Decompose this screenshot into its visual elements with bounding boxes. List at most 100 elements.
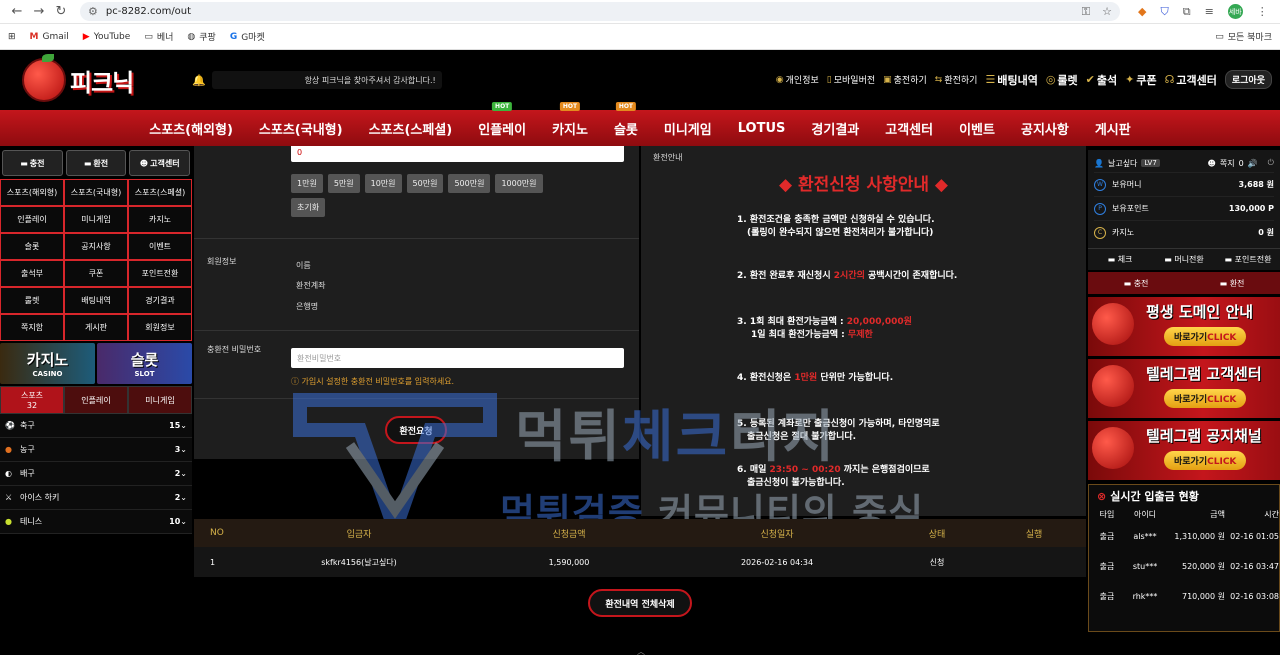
link-withdraw[interactable]: ⇆ 환전하기	[935, 73, 978, 87]
grid-item[interactable]: 포인트전환	[128, 260, 192, 287]
power-icon[interactable]: ⏻	[1268, 158, 1274, 168]
side-deposit-button[interactable]: ▬ 충전	[1088, 278, 1184, 289]
slot-banner[interactable]: 슬롯 SLOT	[97, 343, 192, 384]
bookmark-coupang[interactable]: ◍ 쿠팡	[187, 30, 215, 44]
nav-events[interactable]: 이벤트	[946, 119, 1008, 138]
link-attendance[interactable]: ✔ 출석	[1086, 72, 1117, 88]
grid-item[interactable]: 인플레이	[0, 206, 64, 233]
metamask-icon[interactable]: ◆	[1138, 5, 1146, 18]
sport-item-volleyball[interactable]: ◐ 배구 2 ⌄	[0, 462, 192, 486]
link-mobile[interactable]: ▯ 모바일버전	[827, 73, 875, 87]
menu-icon[interactable]: ⋮	[1257, 5, 1268, 18]
grid-item[interactable]: 룰렛	[0, 287, 64, 314]
delete-all-button[interactable]: 환전내역 전체삭제	[588, 589, 692, 617]
nav-sports-intl[interactable]: 스포츠(해외형)	[136, 119, 246, 138]
site-logo[interactable]: 피크닉	[22, 54, 172, 106]
extensions-icon[interactable]: ⧉	[1183, 5, 1191, 19]
nav-minigame[interactable]: 미니게임	[651, 119, 725, 138]
password-input[interactable]: 환전비밀번호	[291, 348, 624, 368]
grid-item[interactable]: 쪽지함	[0, 314, 64, 341]
withdraw-button[interactable]: ▬ 환전	[65, 150, 127, 176]
nav-notice[interactable]: 공지사항	[1008, 119, 1082, 138]
bookmark-banner[interactable]: ▭ 베너	[144, 30, 173, 44]
reset-button[interactable]: 초기화	[291, 198, 326, 217]
grid-item[interactable]: 카지노	[128, 206, 192, 233]
apps-icon[interactable]: ⊞	[8, 32, 16, 42]
messages-link[interactable]: ☻ 쪽지 0 🔊	[1208, 158, 1258, 169]
withdraw-request-button[interactable]: 환전요청	[385, 416, 447, 444]
gmail-icon: M	[29, 31, 39, 42]
side-withdraw-button[interactable]: ▬ 환전	[1184, 278, 1280, 289]
all-bookmarks[interactable]: ▭ 모든 북마크	[1215, 30, 1272, 44]
grid-item[interactable]: 이벤트	[128, 233, 192, 260]
site-info-icon[interactable]: ⚙	[88, 5, 98, 18]
promo-telegram-support[interactable]: 텔레그램 고객센터 바로가기CLICK	[1088, 359, 1280, 418]
sport-item-tennis[interactable]: ● 테니스 10 ⌄	[0, 510, 192, 534]
sport-item-basketball[interactable]: ● 농구 3 ⌄	[0, 438, 192, 462]
address-bar[interactable]: ⚙ pc-8282.com/out ⚿ ☆	[80, 2, 1120, 21]
amount-button[interactable]: 10만원	[364, 174, 402, 193]
link-support[interactable]: ☊ 고객센터	[1165, 72, 1217, 88]
grid-item[interactable]: 슬롯	[0, 233, 64, 260]
nav-casino[interactable]: HOT 카지노	[539, 101, 601, 138]
money-convert-button[interactable]: ▬ 머니전환	[1152, 254, 1216, 265]
profile-avatar[interactable]: 세바	[1227, 4, 1243, 19]
shield-icon[interactable]: ⛉	[1160, 5, 1168, 19]
amount-button[interactable]: 500만원	[448, 174, 491, 193]
link-roulette[interactable]: ◎ 룰렛	[1046, 72, 1078, 88]
star-icon[interactable]: ☆	[1102, 5, 1112, 19]
nav-slot[interactable]: HOT 슬롯	[601, 101, 651, 138]
browser-toolbar: ← → ↻ ⚙ pc-8282.com/out ⚿ ☆ ◆ ⛉ ⧉ ≡ 세바 ⋮	[0, 0, 1280, 24]
promo-telegram-notice[interactable]: 텔레그램 공지채널 바로가기CLICK	[1088, 421, 1280, 480]
logout-button[interactable]: 로그아웃	[1224, 70, 1272, 89]
grid-item[interactable]: 스포츠(스페셜)	[128, 179, 192, 206]
grid-item[interactable]: 쿠폰	[64, 260, 128, 287]
grid-item[interactable]: 경기결과	[128, 287, 192, 314]
link-deposit[interactable]: ▣ 충전하기	[883, 73, 927, 87]
promo-domain[interactable]: 평생 도메인 안내 바로가기CLICK	[1088, 297, 1280, 356]
reading-list-icon[interactable]: ≡	[1205, 5, 1214, 18]
bookmark-gmarket[interactable]: G G마켓	[230, 30, 265, 44]
reload-icon[interactable]: ↻	[50, 4, 72, 19]
grid-item[interactable]: 배팅내역	[64, 287, 128, 314]
grid-item[interactable]: 미니게임	[64, 206, 128, 233]
support-button[interactable]: ☻ 고객센터	[129, 150, 191, 176]
amount-button[interactable]: 50만원	[406, 174, 444, 193]
casino-banner[interactable]: 카지노 CASINO	[0, 343, 95, 384]
amount-button[interactable]: 1만원	[291, 174, 323, 193]
key-icon[interactable]: ⚿	[1082, 5, 1090, 19]
grid-item[interactable]: 공지사항	[64, 233, 128, 260]
nav-inplay[interactable]: HOT 인플레이	[465, 101, 539, 138]
amount-button[interactable]: 5만원	[327, 174, 360, 193]
deposit-button[interactable]: ▬ 충전	[2, 150, 63, 176]
sport-item-soccer[interactable]: ⚽ 축구 15 ⌄	[0, 414, 192, 438]
link-profile[interactable]: ◉ 개인정보	[776, 73, 819, 87]
nav-results[interactable]: 경기결과	[798, 119, 872, 138]
link-coupon[interactable]: ✦ 쿠폰	[1125, 72, 1156, 88]
back-icon[interactable]: ←	[6, 4, 28, 19]
chevron-up-icon[interactable]: ︿	[637, 646, 645, 655]
tab-minigame[interactable]: 미니게임	[128, 386, 192, 414]
bookmark-gmail[interactable]: M Gmail	[30, 32, 69, 42]
point-convert-button[interactable]: ▬ 포인트전환	[1216, 254, 1280, 265]
nav-sports-special[interactable]: 스포츠(스페셜)	[356, 119, 466, 138]
grid-item[interactable]: 스포츠(해외형)	[0, 179, 64, 206]
sport-item-icehockey[interactable]: ⚔ 아이스 하키 2 ⌄	[0, 486, 192, 510]
grid-item[interactable]: 회원정보	[128, 314, 192, 341]
nav-support[interactable]: 고객센터	[872, 119, 946, 138]
link-bet-history[interactable]: ☰ 배팅내역	[985, 72, 1037, 88]
nav-lotus[interactable]: LOTUS	[725, 121, 799, 136]
nav-sports-domestic[interactable]: 스포츠(국내형)	[246, 119, 356, 138]
tab-sports[interactable]: 스포츠 32	[0, 386, 64, 414]
amount-input[interactable]: 0	[291, 146, 624, 162]
tab-inplay[interactable]: 인플레이	[64, 386, 128, 414]
amount-button[interactable]: 1000만원	[495, 174, 543, 193]
grid-item[interactable]: 스포츠(국내형)	[64, 179, 128, 206]
nav-board[interactable]: 게시판	[1082, 119, 1144, 138]
check-button[interactable]: ▬ 체크	[1088, 254, 1152, 265]
grid-item[interactable]: 출석부	[0, 260, 64, 287]
bookmark-youtube[interactable]: ▶ YouTube	[83, 32, 131, 42]
forward-icon[interactable]: →	[28, 4, 50, 19]
check-icon: ✔	[1085, 73, 1095, 86]
grid-item[interactable]: 게시판	[64, 314, 128, 341]
